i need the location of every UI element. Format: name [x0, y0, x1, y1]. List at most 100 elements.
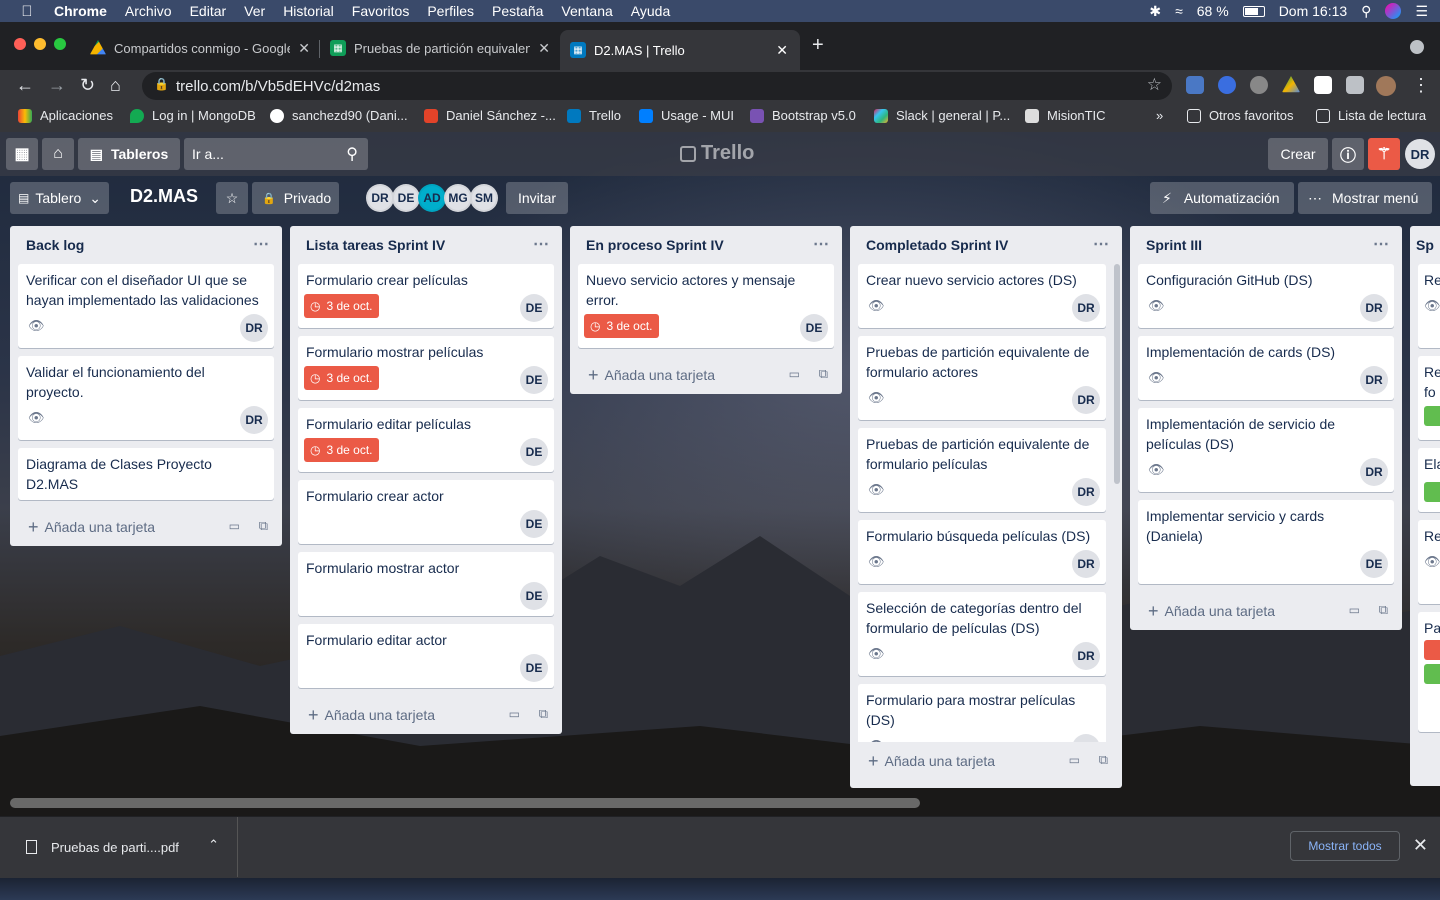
card[interactable]: Implementación de cards (DS) 👁 DR: [1138, 336, 1394, 400]
card-template-icon[interactable]: ▭: [1069, 753, 1080, 767]
maximize-window-button[interactable]: [54, 38, 66, 50]
puzzle-extensions-icon[interactable]: [1346, 76, 1364, 94]
create-from-template-icon[interactable]: ⧉: [259, 518, 268, 534]
add-card-button[interactable]: + Añada una tarjeta ▭ ⧉: [10, 508, 282, 546]
card[interactable]: Ela: [1418, 448, 1440, 512]
list-title[interactable]: Lista tareas Sprint IV: [306, 237, 445, 253]
card-member-avatar[interactable]: DR: [1360, 366, 1388, 394]
card-member-avatar[interactable]: DR: [1360, 294, 1388, 322]
close-tab-icon[interactable]: ✕: [298, 40, 310, 57]
list-title[interactable]: Completado Sprint IV: [866, 237, 1008, 253]
card-member-avatar[interactable]: DR: [1072, 294, 1100, 322]
card-member-avatar[interactable]: DE: [800, 314, 828, 342]
chevron-up-icon[interactable]: ⌃: [208, 837, 219, 853]
info-icon[interactable]: ⓘ: [1332, 138, 1364, 170]
search-icon[interactable]: ⚲: [346, 144, 358, 164]
card[interactable]: Configuración GitHub (DS) 👁 DR: [1138, 264, 1394, 328]
bookmark-lista-lectura[interactable]: Lista de lectura: [1316, 108, 1426, 123]
due-date-badge[interactable]: ◷ 3 de oct.: [304, 294, 379, 318]
menu-archivo[interactable]: Archivo: [125, 3, 172, 19]
bookmark-slack[interactable]: Slack | general | P...: [874, 108, 1010, 123]
card[interactable]: Formulario editar películas ◷ 3 de oct. D…: [298, 408, 554, 472]
battery-icon[interactable]: [1242, 5, 1265, 17]
reload-icon[interactable]: ↻: [80, 75, 95, 96]
create-from-template-icon[interactable]: ⧉: [539, 706, 548, 722]
add-card-button[interactable]: + Añada una tarjeta ▭ ⧉: [1130, 592, 1402, 630]
card-member-avatar[interactable]: DR: [1072, 550, 1100, 578]
home-button[interactable]: ⌂: [42, 138, 74, 170]
apple-icon[interactable]: : [0, 3, 54, 20]
tab-trello[interactable]: ▦ D2.MAS | Trello ✕: [560, 30, 800, 70]
bookmark-aplicaciones[interactable]: Aplicaciones: [18, 108, 113, 123]
card-member-avatar[interactable]: DR: [1360, 458, 1388, 486]
card[interactable]: Formulario mostrar películas ◷ 3 de oct. …: [298, 336, 554, 400]
menu-pestana[interactable]: Pestaña: [492, 3, 543, 19]
new-tab-icon[interactable]: +: [812, 34, 824, 57]
apps-switcher-icon[interactable]: ▦: [6, 138, 38, 170]
card[interactable]: Nuevo servicio actores y mensaje error. …: [578, 264, 834, 348]
extension-icon[interactable]: [1218, 76, 1236, 94]
url-text[interactable]: trello.com/b/Vb5dEHVc/d2mas: [176, 78, 380, 95]
create-button[interactable]: Crear: [1268, 138, 1328, 170]
member-avatar[interactable]: DE: [392, 184, 420, 212]
list-header[interactable]: Lista tareas Sprint IV ⋯: [290, 226, 562, 264]
bookmark-misiontic[interactable]: MisionTIC: [1025, 108, 1106, 123]
card[interactable]: Re 👁: [1418, 264, 1440, 348]
card[interactable]: Implementar servicio y cards (Daniela) D…: [1138, 500, 1394, 584]
card-member-avatar[interactable]: DE: [520, 510, 548, 538]
menu-ventana[interactable]: Ventana: [561, 3, 612, 19]
menu-ver[interactable]: Ver: [244, 3, 265, 19]
due-date-badge[interactable]: ◷ 3 de oct.: [584, 314, 659, 338]
card-template-icon[interactable]: ▭: [229, 519, 240, 533]
card-member-avatar[interactable]: DR: [1072, 478, 1100, 506]
list-header[interactable]: Sp: [1410, 226, 1440, 264]
list-header[interactable]: Back log ⋯: [10, 226, 282, 264]
user-avatar[interactable]: DR: [1405, 139, 1435, 169]
card[interactable]: Formulario editar actor DE: [298, 624, 554, 688]
card-member-avatar[interactable]: DR: [240, 406, 268, 434]
siri-icon[interactable]: [1385, 3, 1402, 19]
card[interactable]: Verificar con el diseñador UI que se hay…: [18, 264, 274, 348]
card[interactable]: Formulario mostrar actor DE: [298, 552, 554, 616]
card-member-avatar[interactable]: DE: [520, 366, 548, 394]
google-drive-extension-icon[interactable]: [1282, 76, 1300, 93]
card[interactable]: Pa: [1418, 612, 1440, 732]
invite-button[interactable]: Invitar: [506, 182, 568, 214]
translate-extension-icon[interactable]: [1186, 76, 1204, 94]
control-center-icon[interactable]: ☰: [1415, 3, 1428, 20]
bookmark-mongodb[interactable]: Log in | MongoDB: [130, 108, 256, 123]
list-header[interactable]: Sprint III ⋯: [1130, 226, 1402, 264]
forward-icon[interactable]: →: [48, 75, 66, 96]
list-menu-icon[interactable]: ⋯: [1373, 234, 1390, 254]
notifications-bell-icon[interactable]: ⚚: [1368, 138, 1400, 170]
due-date-badge[interactable]: [1424, 640, 1440, 660]
card-member-avatar[interactable]: DE: [520, 294, 548, 322]
due-date-badge[interactable]: [1424, 482, 1440, 502]
card-member-avatar[interactable]: DR: [1072, 642, 1100, 670]
show-all-downloads-button[interactable]: Mostrar todos: [1290, 831, 1400, 861]
back-icon[interactable]: ←: [16, 75, 34, 96]
card-template-icon[interactable]: ▭: [509, 707, 520, 721]
add-card-button[interactable]: + Añada una tarjeta ▭ ⧉: [570, 356, 842, 394]
menu-ayuda[interactable]: Ayuda: [631, 3, 670, 19]
list-menu-icon[interactable]: ⋯: [1093, 234, 1110, 254]
board-horizontal-scrollbar[interactable]: [10, 798, 920, 808]
create-from-template-icon[interactable]: ⧉: [1099, 752, 1108, 768]
add-card-button[interactable]: + Añada una tarjeta ▭ ⧉: [290, 696, 562, 734]
wifi-icon[interactable]: ≈: [1175, 3, 1183, 19]
download-item[interactable]: Pruebas de parti....pdf ⌃: [0, 817, 238, 877]
boards-button[interactable]: ▤ Tableros: [78, 138, 180, 170]
home-icon[interactable]: ⌂: [110, 75, 121, 96]
list-title[interactable]: Sprint III: [1146, 237, 1202, 253]
automation-button[interactable]: ⚡︎ Automatización: [1150, 182, 1294, 214]
trello-logo[interactable]: Trello: [680, 142, 754, 165]
due-date-badge[interactable]: [1424, 664, 1440, 684]
close-window-button[interactable]: [14, 38, 26, 50]
bluetooth-icon[interactable]: ✱: [1149, 3, 1161, 20]
list-header[interactable]: En proceso Sprint IV ⋯: [570, 226, 842, 264]
list-header[interactable]: Completado Sprint IV ⋯: [850, 226, 1122, 264]
due-date-badge[interactable]: ◷ 3 de oct.: [304, 366, 379, 390]
bookmark-trello[interactable]: Trello: [567, 108, 621, 123]
card[interactable]: Pruebas de partición equivalente de form…: [858, 336, 1106, 420]
member-avatar[interactable]: SM: [470, 184, 498, 212]
